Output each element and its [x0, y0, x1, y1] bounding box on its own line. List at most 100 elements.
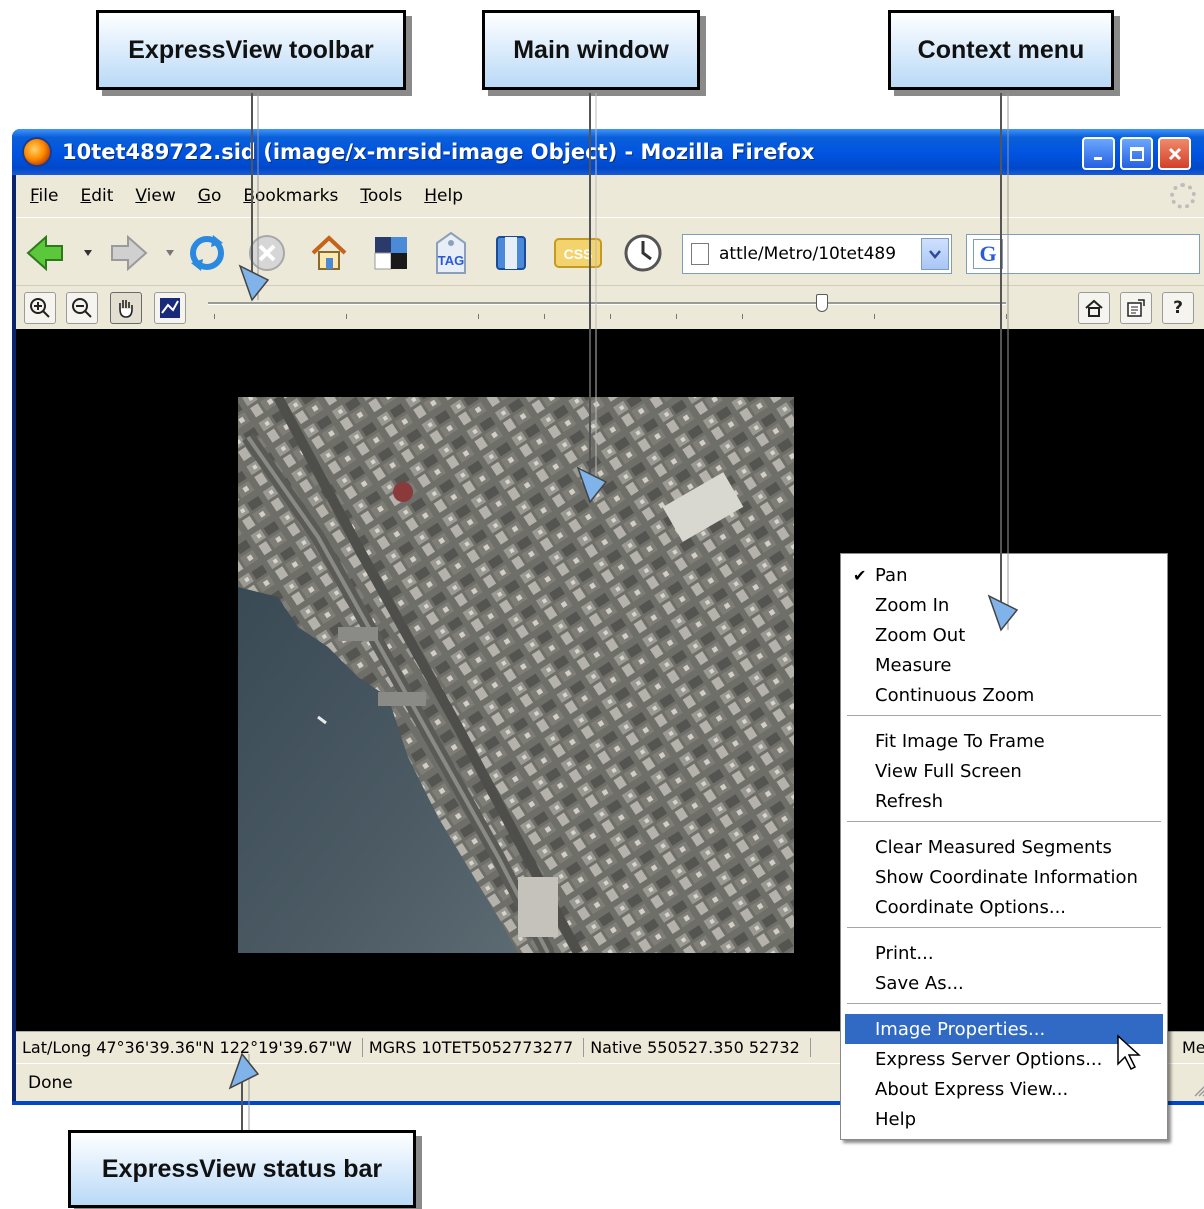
menu-item-print[interactable]: Print... — [845, 938, 1163, 968]
home-icon — [1085, 299, 1103, 317]
stop-button[interactable] — [246, 232, 288, 274]
menu-item-zoom-out[interactable]: Zoom Out — [845, 620, 1163, 650]
menu-view[interactable]: View — [135, 186, 175, 206]
close-button[interactable] — [1158, 137, 1191, 170]
reload-button[interactable] — [186, 232, 228, 274]
menu-item-label: Zoom Out — [875, 624, 966, 646]
menu-item-zoom-in[interactable]: Zoom In — [845, 590, 1163, 620]
menu-item-label: Fit Image To Frame — [875, 730, 1045, 752]
home-button[interactable] — [308, 232, 350, 274]
menu-item-pan[interactable]: ✔ Pan — [845, 560, 1163, 590]
status-native: Native 550527.350 52732 — [584, 1038, 811, 1057]
stop-icon — [249, 235, 285, 271]
google-search-icon[interactable]: G — [973, 239, 1003, 269]
chevron-down-icon — [84, 250, 92, 256]
menu-item-image-properties[interactable]: Image Properties... — [845, 1014, 1163, 1044]
menu-separator — [847, 1003, 1161, 1005]
tag-icon: TAG — [436, 231, 466, 274]
menu-item-save-as[interactable]: Save As... — [845, 968, 1163, 998]
menu-item-fit-image-to-frame[interactable]: Fit Image To Frame — [845, 726, 1163, 756]
menu-item-label: About Express View... — [875, 1078, 1069, 1100]
menu-go[interactable]: Go — [198, 186, 222, 206]
callout-expressview-status-bar: ExpressView status bar — [68, 1130, 416, 1208]
menu-item-clear-measured-segments[interactable]: Clear Measured Segments — [845, 832, 1163, 862]
bookmark-button[interactable] — [490, 232, 532, 274]
menu-item-show-coordinate-information[interactable]: Show Coordinate Information — [845, 862, 1163, 892]
url-dropdown-button[interactable] — [921, 238, 949, 270]
menu-item-view-full-screen[interactable]: View Full Screen — [845, 756, 1163, 786]
menu-item-label: Save As... — [875, 972, 964, 994]
menu-item-label: Zoom In — [875, 594, 950, 616]
zoom-in-icon — [30, 298, 50, 318]
expressview-toolbar: ? — [16, 285, 1204, 329]
forward-history-dropdown[interactable] — [160, 232, 180, 274]
menu-item-label: Clear Measured Segments — [875, 836, 1112, 858]
tile-icon — [374, 237, 407, 270]
measure-button[interactable] — [154, 292, 186, 324]
navigation-toolbar: TAG CSS attle/Metro/10tet489 G — [16, 217, 1204, 285]
menu-help[interactable]: Help — [424, 186, 463, 206]
callout-label: ExpressView status bar — [101, 1154, 383, 1183]
window-title: 10tet489722.sid (image/x-mrsid-image Obj… — [62, 140, 815, 164]
maximize-button[interactable] — [1120, 137, 1153, 170]
menu-file[interactable]: File — [30, 186, 58, 206]
callout-context-menu: Context menu — [888, 10, 1114, 90]
ev-help-button[interactable]: ? — [1162, 292, 1194, 324]
css-button[interactable]: CSS — [552, 232, 604, 274]
menu-item-label: Pan — [875, 564, 908, 586]
css-icon-label: CSS — [564, 246, 593, 262]
menu-item-about-express-view[interactable]: About Express View... — [845, 1074, 1163, 1104]
menu-edit[interactable]: Edit — [80, 186, 113, 206]
menu-item-label: Image Properties... — [875, 1018, 1046, 1040]
aerial-image[interactable] — [238, 397, 794, 953]
back-arrow-icon — [26, 235, 63, 271]
zoom-tick — [478, 314, 479, 319]
zoom-tick — [742, 314, 743, 319]
ev-home-button[interactable] — [1078, 292, 1110, 324]
zoom-tick — [544, 314, 545, 319]
context-menu: ✔ Pan Zoom In Zoom Out Measure Continuou… — [840, 553, 1168, 1140]
back-button[interactable] — [24, 232, 66, 274]
zoom-in-button[interactable] — [24, 292, 56, 324]
menu-item-express-server-options[interactable]: Express Server Options... — [845, 1044, 1163, 1074]
menu-bookmarks[interactable]: Bookmarks — [243, 186, 338, 206]
menu-bar: File Edit View Go Bookmarks Tools Help — [16, 175, 1204, 217]
menu-item-label: Measure — [875, 654, 952, 676]
menu-tools[interactable]: Tools — [360, 186, 402, 206]
title-bar[interactable]: 10tet489722.sid (image/x-mrsid-image Obj… — [12, 129, 1204, 175]
zoom-out-icon — [72, 298, 92, 318]
history-button[interactable] — [622, 232, 664, 274]
reload-icon — [190, 235, 224, 271]
menu-item-help[interactable]: Help — [845, 1104, 1163, 1134]
tile-button[interactable] — [370, 232, 412, 274]
search-input[interactable] — [1011, 239, 1191, 269]
ev-properties-button[interactable] — [1120, 292, 1152, 324]
zoom-slider-thumb[interactable] — [816, 294, 829, 312]
menu-item-label: Continuous Zoom — [875, 684, 1035, 706]
checkmark-icon: ✔ — [853, 565, 867, 585]
menu-item-measure[interactable]: Measure — [845, 650, 1163, 680]
menu-item-coordinate-options[interactable]: Coordinate Options... — [845, 892, 1163, 922]
css-icon: CSS — [554, 238, 602, 268]
menu-item-continuous-zoom[interactable]: Continuous Zoom — [845, 680, 1163, 710]
url-bar[interactable]: attle/Metro/10tet489 — [682, 234, 952, 274]
callout-label: Context menu — [917, 35, 1085, 64]
resize-grip-icon[interactable] — [1192, 1083, 1204, 1097]
menu-item-label: Help — [875, 1108, 917, 1130]
zoom-tick — [874, 314, 875, 319]
menu-item-refresh[interactable]: Refresh — [845, 786, 1163, 816]
callout-label: ExpressView toolbar — [128, 35, 374, 64]
search-engine-letter: G — [979, 241, 997, 266]
pan-button[interactable] — [110, 292, 142, 324]
menu-item-label: View Full Screen — [875, 760, 1022, 782]
tag-button[interactable]: TAG — [430, 231, 472, 274]
back-history-dropdown[interactable] — [78, 232, 98, 274]
menu-item-label: Print... — [875, 942, 934, 964]
menu-item-label: Refresh — [875, 790, 943, 812]
forward-button[interactable] — [108, 232, 150, 274]
zoom-out-button[interactable] — [66, 292, 98, 324]
minimize-button[interactable] — [1082, 137, 1115, 170]
zoom-tick — [346, 314, 347, 319]
zoom-slider-track[interactable] — [208, 302, 1006, 305]
search-box[interactable]: G — [966, 234, 1200, 274]
